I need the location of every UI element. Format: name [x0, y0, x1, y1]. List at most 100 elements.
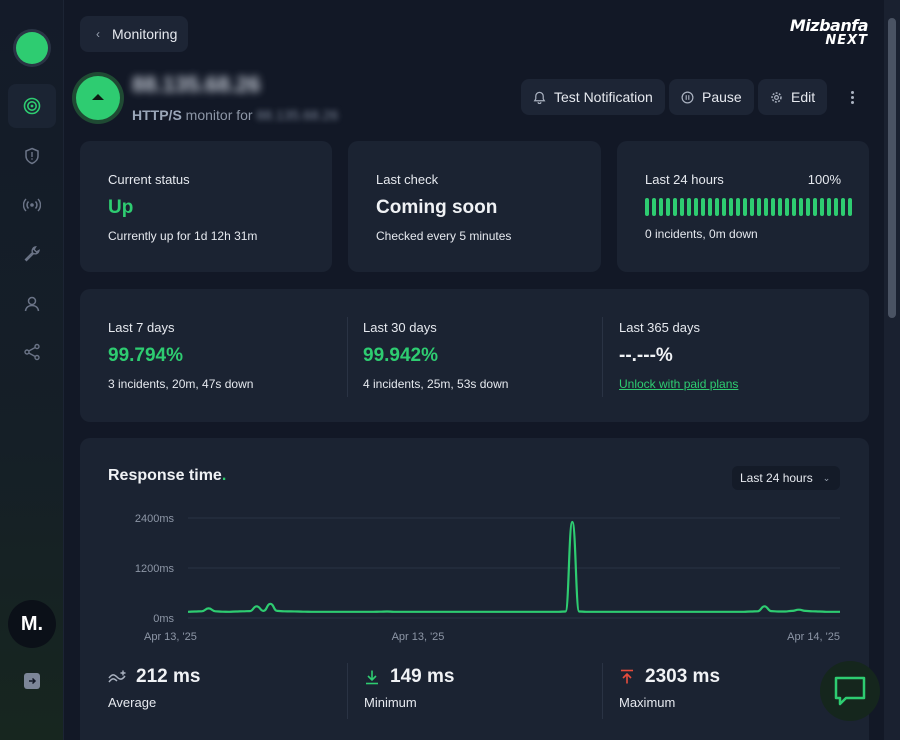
app-logo[interactable] [16, 32, 48, 64]
sidebar: M. [0, 0, 64, 740]
stat-average-value: 212 ms [136, 666, 201, 687]
stat-average-label: Average [108, 695, 157, 710]
monitor-subtitle-text: monitor for [181, 107, 257, 123]
status-up-indicator [76, 76, 120, 120]
uptime-bar [806, 198, 810, 216]
chevron-down-icon: ⌄ [822, 472, 831, 483]
scrollbar[interactable] [884, 0, 900, 740]
chat-button[interactable] [820, 661, 880, 721]
response-time-card: Response time. Last 24 hours ⌄ 2400ms 120… [80, 438, 869, 740]
uptime-bar [757, 198, 761, 216]
brand-name: Mizbanfa [789, 16, 869, 35]
stat-maximum-label: Maximum [619, 695, 676, 710]
time-range-value: Last 24 hours [740, 471, 813, 485]
scrollbar-thumb[interactable] [888, 18, 896, 318]
response-time-title-text: Response time [108, 467, 222, 484]
uptime-bar [813, 198, 817, 216]
divider [602, 663, 603, 719]
divider [602, 317, 603, 397]
pause-label: Pause [702, 89, 742, 105]
chevron-left-icon: ‹ [96, 27, 100, 41]
sidebar-item-incidents[interactable] [8, 134, 56, 178]
uptime-bar [708, 198, 712, 216]
uptime-bar [785, 198, 789, 216]
last-check-detail: Checked every 5 minutes [376, 229, 512, 243]
monitor-protocol: HTTP/S [132, 107, 182, 123]
stat-maximum-value: 2303 ms [645, 666, 721, 687]
chat-bubble-icon [834, 676, 866, 706]
back-to-monitoring-button[interactable]: ‹ Monitoring [80, 16, 188, 52]
shield-alert-icon [25, 147, 39, 165]
share-nodes-icon [24, 343, 40, 361]
sidebar-item-maintenance[interactable] [8, 232, 56, 276]
uptime-bar [659, 198, 663, 216]
uptime-bar [722, 198, 726, 216]
uptime-bar [820, 198, 824, 216]
stat-maximum: 2303 ms [619, 666, 720, 688]
edit-label: Edit [791, 89, 816, 105]
uptime-bar [687, 198, 691, 216]
uptime-bar [778, 198, 782, 216]
y-tick-label: 0ms [153, 613, 174, 625]
uptime-7d-label: Last 7 days [108, 320, 175, 335]
uptime-bar [666, 198, 670, 216]
test-notification-label: Test Notification [554, 89, 653, 105]
test-notification-button[interactable]: Test Notification [521, 79, 665, 115]
uptime-bar [736, 198, 740, 216]
broadcast-icon [23, 198, 41, 212]
time-range-select[interactable]: Last 24 hours ⌄ [732, 466, 840, 490]
more-options-icon[interactable] [844, 85, 860, 109]
y-tick-label: 2400ms [135, 513, 175, 525]
pause-button[interactable]: Pause [669, 79, 754, 115]
last-24h-detail: 0 incidents, 0m down [645, 227, 758, 241]
uptime-bar [673, 198, 677, 216]
x-tick-label: Apr 14, '25 [787, 631, 840, 643]
arrow-up-from-line-icon [621, 669, 633, 684]
main-content: ‹ Monitoring Mizbanfa NEXT 88.135.68.26 … [64, 0, 884, 740]
sidebar-item-team[interactable] [8, 282, 56, 326]
back-button-label: Monitoring [112, 26, 178, 42]
uptime-bar [848, 198, 852, 216]
response-time-series-line [187, 520, 840, 613]
gear-icon [771, 91, 782, 103]
uptime-bar [771, 198, 775, 216]
monitor-host-title: 88.135.68.26 [132, 72, 261, 97]
uptime-card: Last 7 days 99.794% 3 incidents, 20m, 47… [80, 289, 869, 422]
sidebar-item-integrations[interactable] [8, 330, 56, 374]
divider [347, 663, 348, 719]
stat-minimum-value: 149 ms [390, 666, 455, 687]
uptime-bar [764, 198, 768, 216]
uptime-bar [701, 198, 705, 216]
arrow-down-to-line-icon [366, 670, 378, 685]
current-status-value: Up [108, 197, 134, 218]
response-time-title-dot: . [221, 467, 227, 484]
uptime-bar [652, 198, 656, 216]
uptime-30d-label: Last 30 days [363, 320, 437, 335]
bell-icon [533, 91, 546, 104]
uptime-bar [715, 198, 719, 216]
current-status-label: Current status [108, 172, 190, 187]
uptime-bar [750, 198, 754, 216]
monitor-host-small: 88.135.68.26 [256, 107, 339, 123]
uptime-bar [645, 198, 649, 216]
divider [347, 317, 348, 397]
unlock-paid-plans-link[interactable]: Unlock with paid plans [619, 377, 738, 391]
last-24h-card: Last 24 hours 100% 0 incidents, 0m down [617, 141, 869, 272]
monitor-subtitle: HTTP/S monitor for 88.135.68.26 [132, 107, 338, 123]
last-24h-percent: 100% [807, 172, 841, 187]
pause-icon [681, 91, 694, 103]
logout-icon[interactable] [24, 673, 40, 689]
stat-minimum-label: Minimum [364, 695, 417, 710]
last-check-value: Coming soon [376, 197, 498, 218]
sidebar-item-monitors[interactable] [8, 84, 56, 128]
last-check-label: Last check [376, 172, 439, 187]
sidebar-item-status-pages[interactable] [8, 183, 56, 227]
x-tick-label: Apr 13, '25 [392, 631, 445, 643]
avatar[interactable]: M. [8, 600, 56, 648]
uptime-365d-value: --.---% [619, 345, 673, 366]
arrow-up-icon [92, 94, 104, 100]
uptime-bar [834, 198, 838, 216]
wrench-icon [24, 246, 40, 262]
edit-button[interactable]: Edit [758, 79, 828, 115]
stat-average: 212 ms [108, 666, 200, 688]
